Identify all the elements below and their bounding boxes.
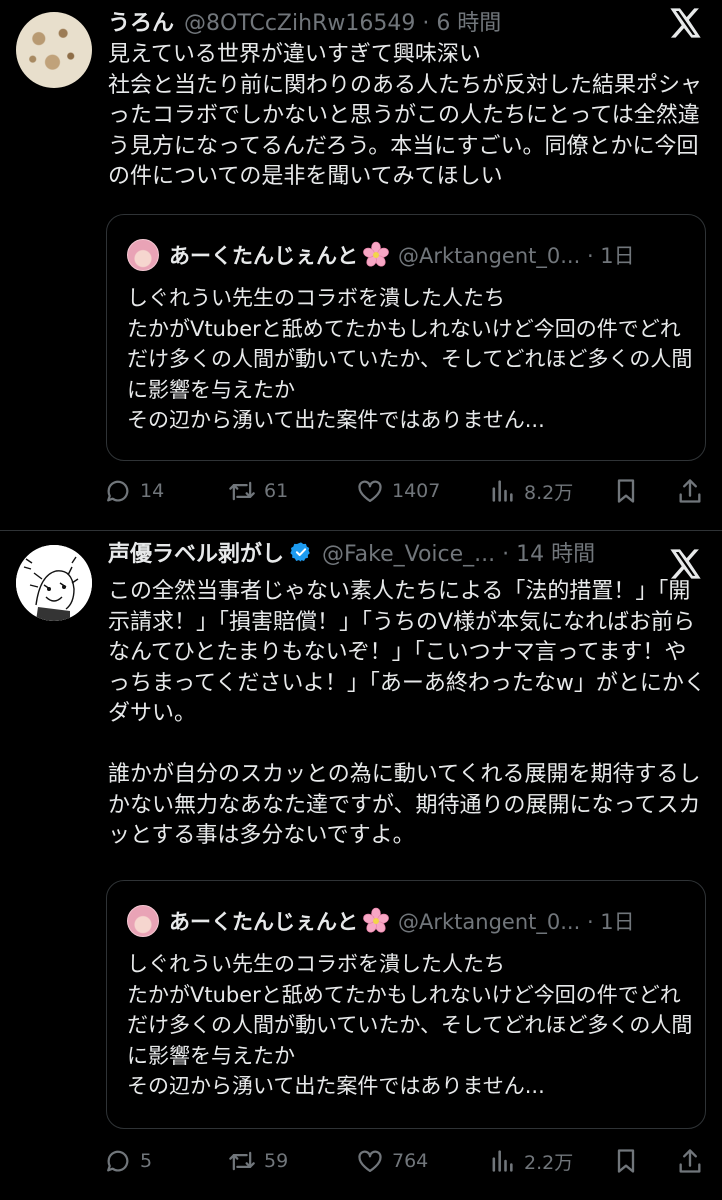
quoted-timestamp: 1日 [600, 244, 635, 268]
bookmark-button[interactable] [612, 471, 640, 511]
heart-icon [358, 480, 382, 503]
tweet-header: 声優ラベル剥がし @Fake_Voice_... · 14 時間 [108, 535, 595, 569]
reply-button[interactable]: 5 [104, 1141, 152, 1181]
share-icon [679, 479, 701, 503]
reply-icon [107, 1150, 129, 1172]
heart-icon [358, 1150, 382, 1173]
tweet[interactable]: 声優ラベル剥がし @Fake_Voice_... · 14 時間 この全然当事者… [0, 531, 722, 1200]
author-name[interactable]: 声優ラベル剥がし [108, 536, 284, 568]
repost-icon [229, 481, 255, 501]
author-handle[interactable]: @Fake_Voice_... · 14 時間 [322, 536, 595, 568]
quoted-author-name: あーくたんじぇんと [169, 910, 358, 934]
bookmark-icon [617, 479, 635, 503]
reply-button[interactable]: 14 [104, 471, 164, 511]
x-logo-icon [670, 8, 701, 38]
tweet-text: この全然当事者じゃない素人たちによる「法的措置！」「開示請求！」「損害賠償！」「… [108, 579, 706, 848]
author-name[interactable]: うろん [108, 5, 174, 37]
like-count: 764 [392, 1150, 429, 1172]
x-logo-icon [670, 549, 701, 579]
quoted-author-name: あーくたんじぇんと [169, 244, 358, 268]
handle-text: @8OTCcZihRw16549 [184, 11, 416, 36]
cherry-blossom-icon [363, 907, 389, 933]
quoted-text: しぐれうい先生のコラボを潰した人たち たかがVtuberと舐めてたかもしれないけ… [127, 952, 693, 1098]
tweet-text: 見えている世界が違いすぎて興味深い 社会と当たり前に関わりのある人たちが反対した… [108, 42, 703, 189]
views-button[interactable]: 8.2万 [488, 471, 573, 511]
reply-count: 14 [140, 480, 165, 502]
bookmark-button[interactable] [612, 1141, 640, 1181]
quoted-timestamp: 1日 [600, 910, 635, 934]
like-button[interactable]: 1407 [356, 471, 440, 511]
timestamp[interactable]: 14 時間 [516, 542, 595, 567]
repost-count: 61 [264, 480, 289, 502]
handle-text: @Fake_Voice_... [322, 542, 496, 567]
quoted-handle: @Arktangent_0... · 1日 [398, 906, 635, 936]
share-button[interactable] [676, 471, 704, 511]
separator-dot: · [580, 910, 601, 934]
manga-avatar-image [16, 545, 92, 621]
action-bar: 14 61 1407 8.2万 [104, 471, 708, 511]
timestamp[interactable]: 6 時間 [436, 11, 501, 36]
views-icon [492, 1150, 513, 1172]
reply-icon [107, 480, 129, 502]
views-button[interactable]: 2.2万 [488, 1141, 573, 1181]
action-bar: 5 59 764 2.2万 [104, 1141, 708, 1181]
cherry-blossom-icon [363, 241, 389, 267]
like-count: 1407 [392, 480, 441, 502]
quoted-handle-text: @Arktangent_0... [398, 910, 581, 934]
separator-dot: · [495, 542, 517, 567]
share-button[interactable] [676, 1141, 704, 1181]
view-count: 2.2万 [524, 1151, 574, 1174]
quoted-header: あーくたんじぇんと @Arktangent_0... · 1日 [169, 901, 635, 941]
author-handle[interactable]: @8OTCcZihRw16549 · 6 時間 [184, 5, 501, 37]
tweet-header: うろん @8OTCcZihRw16549 · 6 時間 [108, 4, 501, 38]
repost-icon [229, 1151, 255, 1171]
quoted-tweet[interactable]: あーくたんじぇんと @Arktangent_0... · 1日 しぐれうい先生の… [106, 880, 706, 1129]
quoted-avatar [127, 905, 159, 937]
avatar[interactable] [16, 12, 92, 88]
avatar[interactable] [16, 545, 92, 621]
view-count: 8.2万 [524, 481, 574, 504]
separator-dot: · [580, 244, 601, 268]
quoted-avatar [127, 239, 159, 271]
verified-badge-icon [290, 542, 310, 562]
bookmark-icon [617, 1149, 635, 1173]
repost-count: 59 [264, 1150, 289, 1172]
quoted-text: しぐれうい先生のコラボを潰した人たち たかがVtuberと舐めてたかもしれないけ… [127, 286, 693, 432]
quoted-handle: @Arktangent_0... · 1日 [398, 240, 635, 270]
tweet[interactable]: うろん @8OTCcZihRw16549 · 6 時間 見えている世界が違いすぎ… [0, 0, 722, 530]
quoted-handle-text: @Arktangent_0... [398, 244, 581, 268]
quoted-header: あーくたんじぇんと @Arktangent_0... · 1日 [169, 235, 635, 275]
share-icon [679, 1149, 701, 1173]
repost-button[interactable]: 59 [228, 1141, 288, 1181]
like-button[interactable]: 764 [356, 1141, 428, 1181]
separator-dot: · [415, 11, 437, 36]
quoted-tweet[interactable]: あーくたんじぇんと @Arktangent_0... · 1日 しぐれうい先生の… [106, 214, 706, 461]
reply-count: 5 [140, 1150, 153, 1172]
repost-button[interactable]: 61 [228, 471, 288, 511]
views-icon [492, 480, 513, 502]
